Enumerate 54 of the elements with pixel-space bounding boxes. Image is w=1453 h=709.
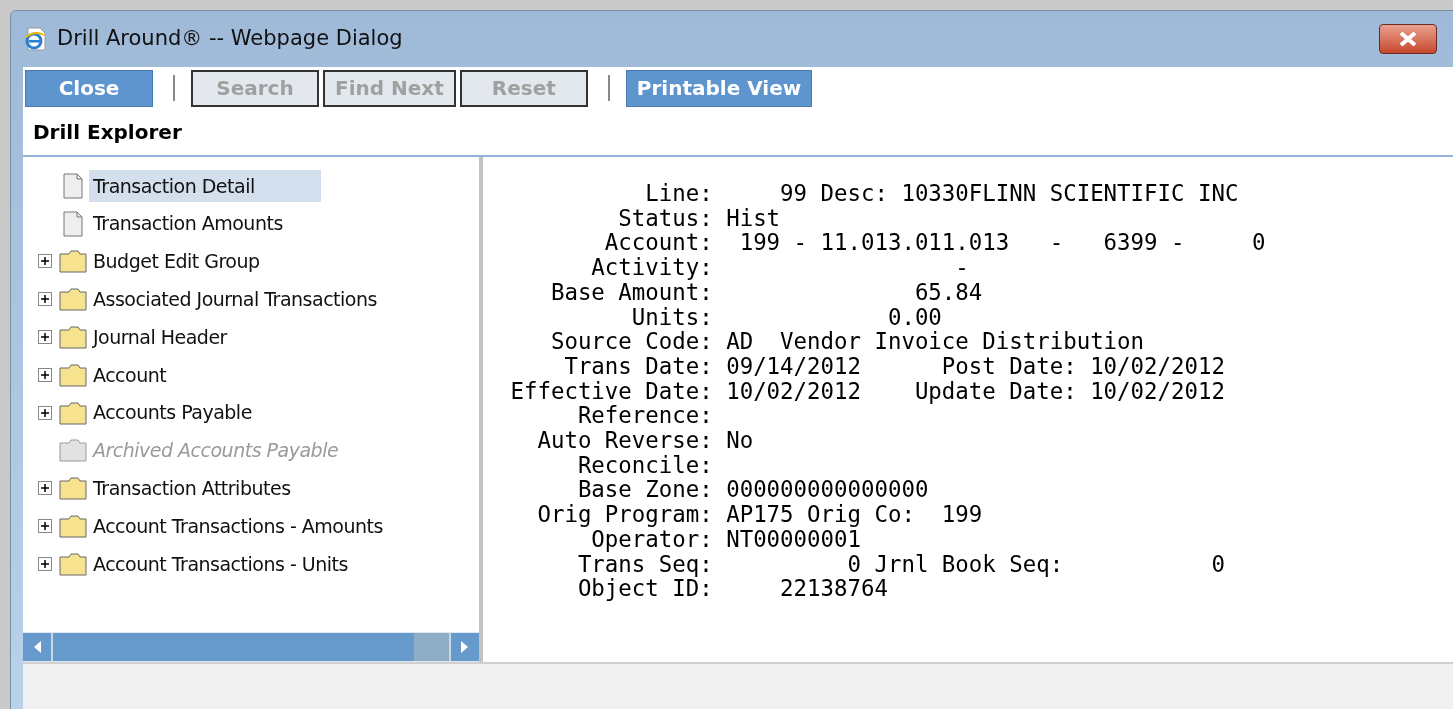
- detail-line: Orig Program: AP175 Orig Co: 199: [536, 502, 983, 527]
- detail-line: Object ID: 22138764: [576, 576, 888, 601]
- tree-item[interactable]: Budget Edit Group: [89, 245, 264, 278]
- tree-item[interactable]: Account Transactions - Amounts: [89, 509, 387, 543]
- expand-icon[interactable]: [38, 330, 52, 345]
- detail-line: Trans Date: 09/14/2012 Post Date: 10/02/2012: [563, 353, 1225, 379]
- tree-item[interactable]: Transaction Amounts: [89, 207, 287, 240]
- folder-icon: [59, 551, 87, 576]
- scrollbar-thumb[interactable]: [414, 633, 449, 661]
- browser-icon: [23, 26, 49, 52]
- detail-line: Auto Reverse: No: [536, 428, 754, 453]
- detail-line: Status: Hist: [617, 205, 781, 231]
- detail-line: Operator: NT00000001: [590, 526, 861, 552]
- close-icon[interactable]: [1379, 24, 1437, 54]
- detail-line: Units: 0.00: [630, 304, 942, 330]
- folder-icon: [59, 400, 87, 425]
- window-title: Drill Around® -- Webpage Dialog: [57, 25, 404, 53]
- detail-line: Source Code: AD Vendor Invoice Distribution: [549, 329, 1145, 354]
- document-icon: [62, 210, 84, 237]
- right-arrow-icon: [460, 640, 470, 654]
- detail-line: Account: 199 - 11.013.011.013 - 6399 - 0: [603, 230, 1266, 256]
- folder-icon: [59, 325, 87, 350]
- folder-icon: [59, 438, 87, 463]
- expand-icon[interactable]: [38, 405, 52, 420]
- folder-icon: [59, 362, 87, 387]
- tree-item[interactable]: Transaction Detail: [89, 169, 321, 203]
- detail-line: Reference:: [576, 403, 713, 429]
- folder-icon: [59, 514, 87, 539]
- folder-icon: [59, 287, 87, 312]
- section-title: Drill Explorer: [33, 119, 182, 146]
- expand-icon[interactable]: [38, 481, 52, 496]
- tree-item[interactable]: Associated Journal Transactions: [89, 283, 381, 316]
- detail-line: Line: 99 Desc: 10330FLINN SCIENTIFIC INC: [644, 181, 1239, 206]
- horizontal-scrollbar[interactable]: [23, 632, 479, 662]
- detail-line: Trans Seq: 0 Jrnl Book Seq: 0: [576, 551, 1225, 577]
- expand-icon[interactable]: [38, 556, 52, 571]
- detail-line: Effective Date: 10/02/2012 Update Date: 10/02/2012: [509, 378, 1225, 404]
- detail-line: Activity: -: [590, 255, 969, 280]
- tree-item[interactable]: Accounts Payable: [89, 396, 256, 429]
- tree-item[interactable]: Journal Header: [89, 320, 231, 354]
- detail-line: Reconcile:: [576, 452, 713, 478]
- expand-icon[interactable]: [38, 254, 52, 269]
- expand-icon[interactable]: [38, 519, 52, 534]
- detail-line: Base Zone: 000000000000000: [576, 477, 929, 503]
- tree-item[interactable]: Account: [89, 358, 171, 392]
- folder-icon: [59, 476, 87, 501]
- tree-item[interactable]: Transaction Attributes: [89, 472, 295, 505]
- tree-item[interactable]: Account Transactions - Units: [89, 547, 352, 581]
- folder-icon: [59, 249, 87, 274]
- detail-line: Base Amount: 65.84: [549, 279, 983, 305]
- expand-icon[interactable]: [38, 367, 52, 382]
- expand-icon[interactable]: [38, 292, 52, 307]
- document-icon: [62, 172, 84, 199]
- left-arrow-icon: [32, 640, 42, 654]
